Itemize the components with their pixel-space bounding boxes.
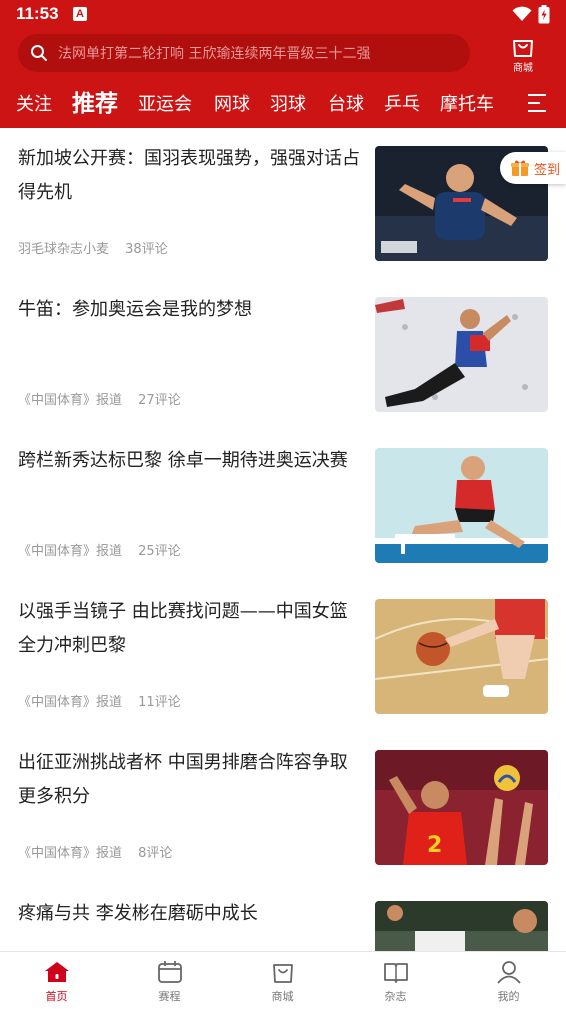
news-thumbnail — [375, 448, 548, 563]
tab-asian-games[interactable]: 亚运会 — [138, 90, 192, 116]
news-meta: 《中国体育》报道 25评论 — [18, 540, 181, 559]
signin-button[interactable]: 签到 — [500, 152, 566, 184]
news-item[interactable]: 新加坡公开赛：国羽表现强势，强强对话占得先机 羽毛球杂志小麦 38评论 — [0, 128, 566, 279]
news-thumbnail — [375, 901, 548, 951]
news-meta: 《中国体育》报道 11评论 — [18, 691, 181, 710]
nav-profile-label: 我的 — [497, 990, 520, 1003]
magazine-icon — [384, 963, 408, 983]
calendar-icon — [158, 961, 182, 983]
search-bar[interactable]: 法网单打第二轮打响 王欣瑜连续两年晋级三十二强 — [18, 34, 470, 72]
news-comments: 11评论 — [138, 695, 181, 710]
nav-mall-label: 商城 — [271, 990, 294, 1003]
profile-icon — [497, 961, 521, 984]
menu-icon[interactable] — [526, 92, 548, 114]
svg-text:2: 2 — [427, 833, 442, 858]
nav-schedule[interactable]: 赛程 — [113, 952, 226, 1009]
news-source: 《中国体育》报道 — [18, 393, 123, 408]
tab-badminton[interactable]: 羽球 — [270, 90, 306, 116]
notification-icon: A — [73, 7, 87, 21]
tab-tennis[interactable]: 网球 — [214, 90, 250, 116]
wifi-icon — [512, 6, 532, 21]
news-item[interactable]: 出征亚洲挑战者杯 中国男排磨合阵容争取更多积分 《中国体育》报道 8评论 2 — [0, 732, 566, 883]
news-title: 牛笛：参加奥运会是我的梦想 — [18, 299, 252, 320]
shopping-bag-icon — [273, 964, 293, 983]
app-header: 11:53 A 法网单打第二轮打响 王欣瑜连续两年晋级三十二强 商城 关注 推荐… — [0, 0, 566, 128]
category-tabs: 关注 推荐 亚运会 网球 羽球 台球 乒乓 摩托车 — [0, 84, 566, 124]
gift-icon — [511, 160, 529, 176]
news-meta: 《中国体育》报道 27评论 — [18, 389, 181, 408]
news-meta: 羽毛球杂志小麦 38评论 — [18, 238, 168, 257]
nav-magazine-label: 杂志 — [384, 990, 407, 1003]
news-title: 新加坡公开赛：国羽表现强势，强强对话占得先机 — [18, 148, 360, 203]
tab-billiards[interactable]: 台球 — [328, 90, 364, 116]
news-meta: 《中国体育》报道 8评论 — [18, 842, 172, 861]
battery-icon — [538, 5, 550, 24]
tab-follow[interactable]: 关注 — [16, 90, 52, 116]
home-icon — [45, 962, 69, 982]
nav-home-label: 首页 — [45, 990, 68, 1003]
news-source: 羽毛球杂志小麦 — [18, 242, 110, 257]
signin-label: 签到 — [534, 163, 561, 178]
news-thumbnail — [375, 297, 548, 412]
news-comments: 25评论 — [138, 544, 181, 559]
nav-schedule-label: 赛程 — [158, 990, 181, 1003]
news-comments: 27评论 — [138, 393, 181, 408]
mall-label: 商城 — [513, 63, 533, 74]
news-source: 《中国体育》报道 — [18, 846, 123, 861]
news-comments: 8评论 — [138, 846, 173, 861]
news-item[interactable]: 牛笛：参加奥运会是我的梦想 《中国体育》报道 27评论 — [0, 279, 566, 430]
news-title: 以强手当镜子 由比赛找问题——中国女篮全力冲刺巴黎 — [18, 601, 348, 656]
tab-motorcycle[interactable]: 摩托车 — [440, 90, 494, 116]
news-title: 跨栏新秀达标巴黎 徐卓一期待进奥运决赛 — [18, 450, 348, 471]
mall-button[interactable]: 商城 — [500, 36, 546, 76]
search-icon — [31, 45, 47, 61]
news-item[interactable]: 跨栏新秀达标巴黎 徐卓一期待进奥运决赛 《中国体育》报道 25评论 — [0, 430, 566, 581]
news-thumbnail — [375, 599, 548, 714]
nav-magazine[interactable]: 杂志 — [339, 952, 452, 1009]
shopping-bag-icon — [513, 40, 533, 57]
search-placeholder: 法网单打第二轮打响 王欣瑜连续两年晋级三十二强 — [58, 46, 371, 62]
news-feed[interactable]: 新加坡公开赛：国羽表现强势，强强对话占得先机 羽毛球杂志小麦 38评论 牛笛：参… — [0, 128, 566, 951]
status-time: 11:53 — [16, 4, 59, 23]
news-item[interactable]: 以强手当镜子 由比赛找问题——中国女篮全力冲刺巴黎 《中国体育》报道 11评论 — [0, 581, 566, 732]
nav-profile[interactable]: 我的 — [452, 952, 565, 1009]
news-source: 《中国体育》报道 — [18, 544, 123, 559]
news-title: 疼痛与共 李发彬在磨砺中成长 — [18, 903, 258, 924]
news-item[interactable]: 疼痛与共 李发彬在磨砺中成长 — [0, 883, 566, 951]
news-comments: 38评论 — [125, 242, 168, 257]
tab-table-tennis[interactable]: 乒乓 — [384, 90, 420, 116]
nav-home[interactable]: 首页 — [0, 952, 113, 1009]
news-source: 《中国体育》报道 — [18, 695, 123, 710]
news-title: 出征亚洲挑战者杯 中国男排磨合阵容争取更多积分 — [18, 752, 348, 807]
news-thumbnail: 2 — [375, 750, 548, 865]
tab-recommend[interactable]: 推荐 — [72, 84, 118, 118]
status-bar: 11:53 A — [0, 0, 566, 30]
bottom-nav: 首页 赛程 商城 杂志 我的 — [0, 951, 566, 1009]
nav-mall[interactable]: 商城 — [226, 952, 339, 1009]
